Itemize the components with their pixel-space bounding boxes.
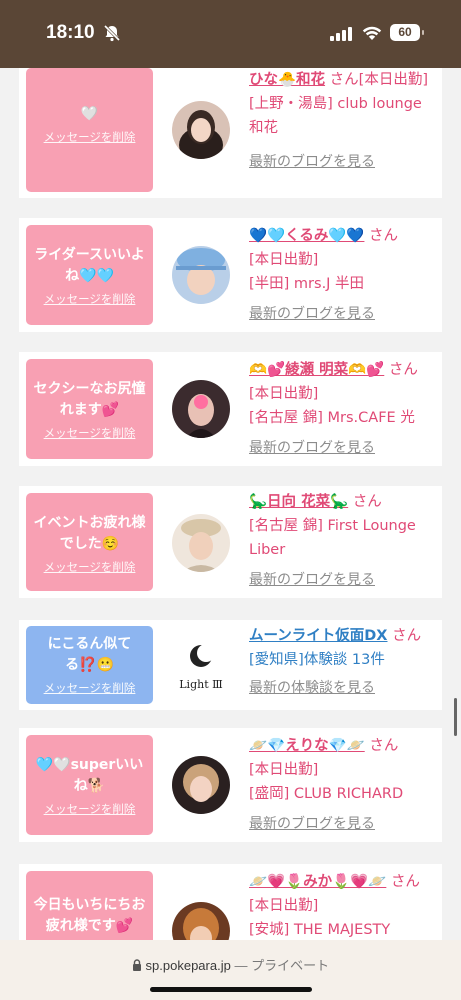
shop-text: [盛岡] CLUB RICHARD xyxy=(249,786,404,802)
profile-info: 🪐💎えりな💎🪐 さん [本日出勤] [盛岡] CLUB RICHARD 最新のブ… xyxy=(249,734,439,836)
shop-logo-text: Light Ⅲ xyxy=(179,678,222,691)
message-list: 🤍 メッセージを削除 ひな🐣和花 さん[本日出勤] [上野・湯島] club l… xyxy=(0,68,461,940)
shop-text: [安城] THE MAJESTY xyxy=(249,922,391,938)
message-text: セクシーなお尻憧れます💕 xyxy=(33,381,146,418)
message-bubble: 🩵🤍superいいね🐕 メッセージを削除 xyxy=(26,735,153,835)
honorific: さん xyxy=(392,628,422,644)
status-bar: 18:10 60 xyxy=(0,0,461,68)
message-card: ライダースいいよね🩵🩵 メッセージを削除 💙🩵くるみ🩵💙 さん [本日出勤] [… xyxy=(19,218,442,332)
wifi-icon xyxy=(362,26,382,40)
message-text: 今日もいちにちお疲れ様です💕 xyxy=(33,897,146,934)
message-bubble: セクシーなお尻憧れます💕 メッセージを削除 xyxy=(26,359,153,459)
message-text: イベントお疲れ様でした☺️ xyxy=(33,515,146,552)
scrollbar[interactable] xyxy=(454,698,457,736)
profile-name-link[interactable]: 🫶💕綾瀬 明菜🫶💕 xyxy=(249,362,384,378)
profile-name-link[interactable]: 🪐💎えりな💎🪐 xyxy=(249,738,365,754)
home-indicator[interactable] xyxy=(150,987,312,992)
avatar[interactable] xyxy=(172,380,230,438)
message-bubble: 🤍 メッセージを削除 xyxy=(26,68,153,192)
avatar[interactable] xyxy=(172,514,230,572)
profile-name-link[interactable]: 💙🩵くるみ🩵💙 xyxy=(249,228,364,244)
lock-icon xyxy=(132,959,141,971)
avatar[interactable] xyxy=(172,246,230,304)
shop-logo[interactable]: Light Ⅲ xyxy=(172,636,230,694)
delete-message-link[interactable]: メッセージを削除 xyxy=(32,680,147,696)
honorific: さん xyxy=(352,494,382,510)
message-bubble: イベントお疲れ様でした☺️ メッセージを削除 xyxy=(26,493,153,591)
delete-message-link[interactable]: メッセージを削除 xyxy=(32,291,147,307)
message-card: イベントお疲れ様でした☺️ メッセージを削除 🦕日向 花菜🦕 さん [名古屋 錦… xyxy=(19,486,442,598)
latest-blog-link[interactable]: 最新のブログを見る xyxy=(249,150,439,174)
url-separator: — xyxy=(234,958,248,973)
private-mode-label: プライベート xyxy=(251,958,330,973)
attendance-text: [本日出勤] xyxy=(249,762,319,778)
profile-info: ひな🐣和花 さん[本日出勤] [上野・湯島] club lounge 和花 最新… xyxy=(249,68,439,174)
attendance-text: [本日出勤] xyxy=(249,898,319,914)
message-text: ライダースいいよね🩵🩵 xyxy=(34,247,145,284)
latest-review-link[interactable]: 最新の体験談を見る xyxy=(249,676,439,700)
latest-blog-link[interactable]: 最新のブログを見る xyxy=(249,436,439,460)
delete-message-link[interactable]: メッセージを削除 xyxy=(32,559,147,575)
profile-name-link[interactable]: ひな🐣和花 xyxy=(249,72,325,88)
message-text: 🤍 xyxy=(80,106,99,122)
battery-indicator: 60 xyxy=(390,24,424,41)
profile-name-link[interactable]: 🦕日向 花菜🦕 xyxy=(249,494,348,510)
message-card: 🩵🤍superいいね🐕 メッセージを削除 🪐💎えりな💎🪐 さん [本日出勤] [… xyxy=(19,728,442,842)
delete-message-link[interactable]: メッセージを削除 xyxy=(32,425,147,441)
shop-text: [名古屋 錦] Mrs.CAFE 光 xyxy=(249,410,415,426)
delete-message-link[interactable]: メッセージを削除 xyxy=(32,801,147,817)
profile-info: 🫶💕綾瀬 明菜🫶💕 さん [本日出勤] [名古屋 錦] Mrs.CAFE 光 最… xyxy=(249,358,439,460)
attendance-text: [本日出勤] xyxy=(249,252,319,268)
profile-info: 🦕日向 花菜🦕 さん [名古屋 錦] First Lounge Liber 最新… xyxy=(249,490,439,592)
profile-info: ムーンライト仮面DX さん [愛知県]体験談 13件 最新の体験談を見る xyxy=(249,624,439,700)
address-bar[interactable]: sp.pokepara.jp — プライベート xyxy=(0,955,461,974)
latest-blog-link[interactable]: 最新のブログを見る xyxy=(249,302,439,326)
attendance-text: [本日出勤] xyxy=(249,386,319,402)
shop-text: [半田] mrs.J 半田 xyxy=(249,276,365,292)
message-card: 🤍 メッセージを削除 ひな🐣和花 さん[本日出勤] [上野・湯島] club l… xyxy=(19,68,442,198)
profile-name-link[interactable]: ムーンライト仮面DX xyxy=(249,628,388,644)
latest-blog-link[interactable]: 最新のブログを見る xyxy=(249,568,439,592)
message-card: にこるん似てる⁉️😬 メッセージを削除 Light Ⅲ ムーンライト仮面DX さ… xyxy=(19,620,442,710)
bell-slash-icon xyxy=(103,24,121,42)
message-text: にこるん似てる⁉️😬 xyxy=(47,636,132,673)
browser-bottom-bar: sp.pokepara.jp — プライベート xyxy=(0,940,461,1000)
avatar[interactable] xyxy=(172,902,230,940)
profile-name-link[interactable]: 🪐💗🌷みか🌷💗🪐 xyxy=(249,874,386,890)
avatar[interactable] xyxy=(172,756,230,814)
honorific: さん xyxy=(390,874,420,890)
profile-info: 💙🩵くるみ🩵💙 さん [本日出勤] [半田] mrs.J 半田 最新のブログを見… xyxy=(249,224,439,326)
honorific: さん xyxy=(369,228,399,244)
latest-blog-link[interactable]: 最新のブログを見る xyxy=(249,812,439,836)
review-count-text: [愛知県]体験談 13件 xyxy=(249,652,385,668)
honorific: さん xyxy=(388,362,418,378)
message-text: 🩵🤍superいいね🐕 xyxy=(35,757,144,794)
profile-info: 🪐💗🌷みか🌷💗🪐 さん [本日出勤] [安城] THE MAJESTY xyxy=(249,870,439,940)
message-bubble: にこるん似てる⁉️😬 メッセージを削除 xyxy=(26,626,153,704)
url-text: sp.pokepara.jp xyxy=(145,958,231,973)
avatar[interactable] xyxy=(172,101,230,159)
shop-text: [名古屋 錦] First Lounge Liber xyxy=(249,518,416,558)
shop-text: [上野・湯島] club lounge 和花 xyxy=(249,96,422,136)
message-bubble: 今日もいちにちお疲れ様です💕 xyxy=(26,871,153,940)
message-bubble: ライダースいいよね🩵🩵 メッセージを削除 xyxy=(26,225,153,325)
message-card: セクシーなお尻憧れます💕 メッセージを削除 🫶💕綾瀬 明菜🫶💕 さん [本日出勤… xyxy=(19,352,442,466)
honorific: さん xyxy=(369,738,399,754)
delete-message-link[interactable]: メッセージを削除 xyxy=(32,129,147,145)
status-time: 18:10 xyxy=(46,22,95,43)
signal-icon xyxy=(330,27,352,41)
honorific: さん xyxy=(329,72,359,88)
attendance-text: [本日出勤] xyxy=(358,72,428,88)
message-card: 今日もいちにちお疲れ様です💕 🪐💗🌷みか🌷💗🪐 さん [本日出勤] [安城] TH… xyxy=(19,864,442,940)
